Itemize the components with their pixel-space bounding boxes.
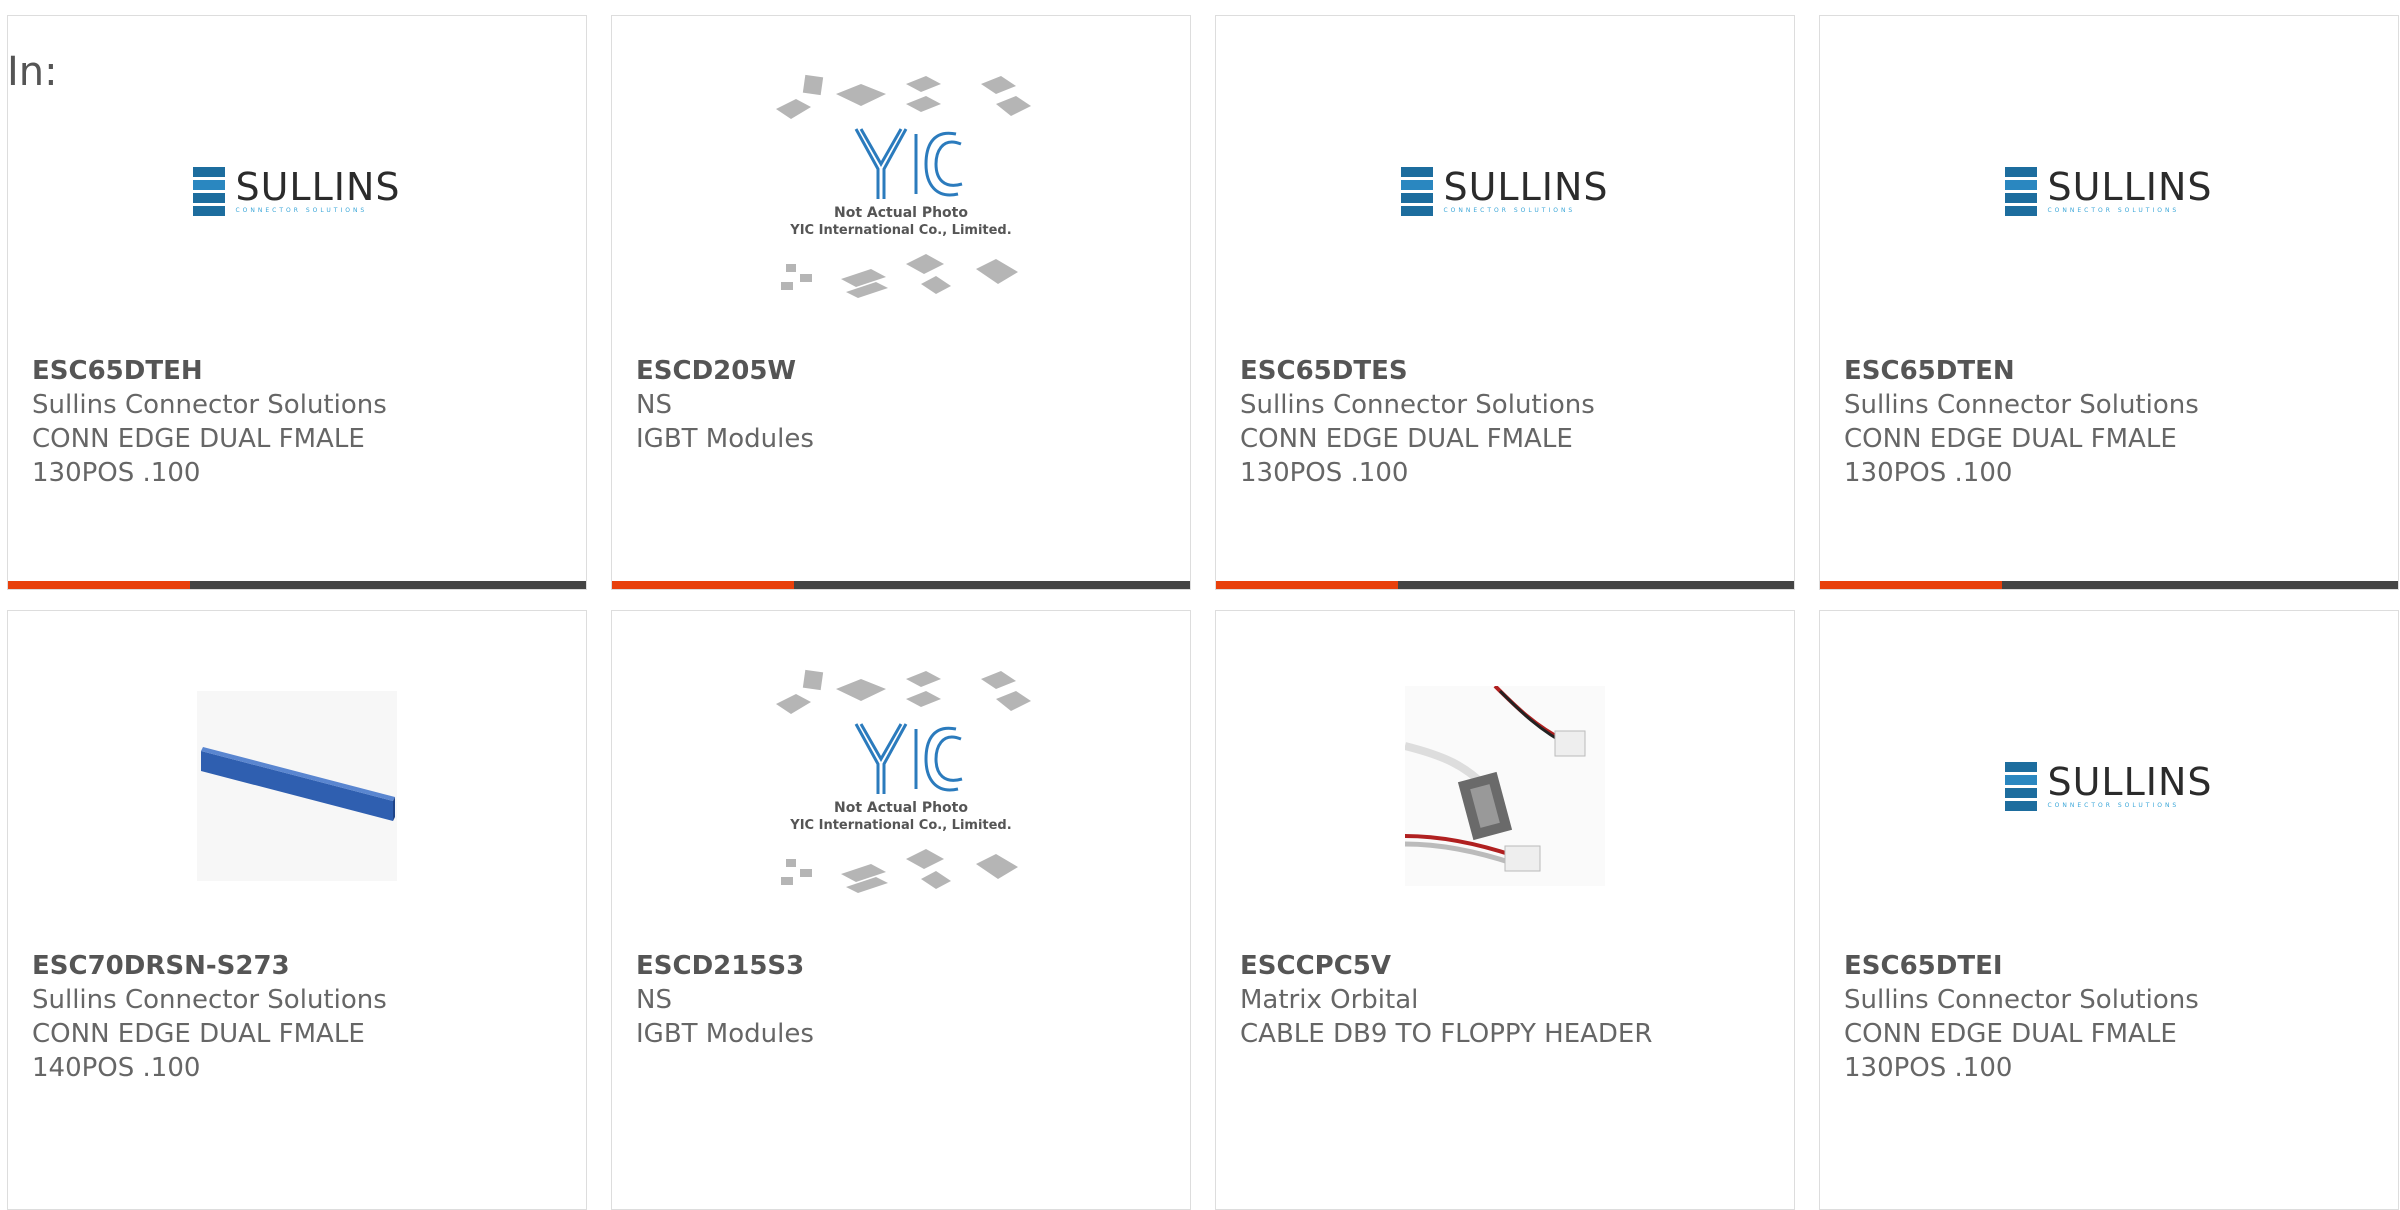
yic-placeholder-image: Not Actual Photo YIC International Co., … xyxy=(766,74,1036,309)
card-accent xyxy=(1820,581,2002,589)
sullins-logo-mark-icon xyxy=(1401,166,1434,216)
product-card[interactable]: ESC70DRSN-S273 Sullins Connector Solutio… xyxy=(7,610,587,1210)
manufacturer: Sullins Connector Solutions xyxy=(32,985,387,1015)
card-accent xyxy=(8,581,190,589)
product-image[interactable] xyxy=(8,676,586,896)
product-image[interactable]: SULLINS CONNECTOR SOLUTIONS xyxy=(1216,81,1794,301)
part-number-link[interactable]: ESC70DRSN-S273 xyxy=(32,949,562,983)
description: IGBT Modules xyxy=(636,1019,814,1049)
sullins-logo-mark-icon xyxy=(2005,166,2038,216)
sullins-logo-mark-icon xyxy=(193,166,226,216)
product-image[interactable]: Not Actual Photo YIC International Co., … xyxy=(612,656,1190,916)
part-number-link[interactable]: ESC65DTEN xyxy=(1844,354,2374,388)
description-cont: 130POS .100 xyxy=(1844,458,2013,488)
product-grid: SULLINS CONNECTOR SOLUTIONS ESC65DTEH Su… xyxy=(7,15,2399,1210)
description: IGBT Modules xyxy=(636,424,814,454)
part-number-link[interactable]: ESC65DTEI xyxy=(1844,949,2374,983)
manufacturer: Sullins Connector Solutions xyxy=(1240,390,1595,420)
in-label: In: xyxy=(7,49,58,95)
product-image[interactable]: SULLINS CONNECTOR SOLUTIONS xyxy=(8,81,586,301)
sullins-logo: SULLINS CONNECTOR SOLUTIONS xyxy=(1401,165,1609,216)
part-number-link[interactable]: ESCD215S3 xyxy=(636,949,1166,983)
product-card[interactable]: ESCCPC5V Matrix Orbital CABLE DB9 TO FLO… xyxy=(1215,610,1795,1210)
manufacturer: NS xyxy=(636,390,672,420)
description: CONN EDGE DUAL FMALE xyxy=(1240,424,1573,454)
product-image[interactable] xyxy=(1216,676,1794,896)
description-cont: 130POS .100 xyxy=(1844,1053,2013,1083)
description-cont: 130POS .100 xyxy=(32,458,201,488)
logo-subtext: CONNECTOR SOLUTIONS xyxy=(2047,802,2180,809)
description: CONN EDGE DUAL FMALE xyxy=(1844,1019,2177,1049)
svg-text:Not Actual Photo: Not Actual Photo xyxy=(834,800,968,816)
svg-text:Not Actual Photo: Not Actual Photo xyxy=(834,205,968,221)
description-cont: 140POS .100 xyxy=(32,1053,201,1083)
svg-text:YIC International Co., Limited: YIC International Co., Limited. xyxy=(789,223,1011,238)
chip-packages-icon: Not Actual Photo YIC International Co., … xyxy=(776,74,1031,298)
sullins-logo-mark-icon xyxy=(2005,761,2038,811)
product-card[interactable]: Not Actual Photo YIC International Co., … xyxy=(611,610,1191,1210)
cable-photo xyxy=(1405,686,1605,886)
description: CONN EDGE DUAL FMALE xyxy=(32,424,365,454)
manufacturer: Sullins Connector Solutions xyxy=(1844,985,2199,1015)
description-cont: 130POS .100 xyxy=(1240,458,1409,488)
logo-text: SULLINS xyxy=(2047,760,2213,804)
part-number-link[interactable]: ESC65DTES xyxy=(1240,354,1770,388)
logo-text: SULLINS xyxy=(2047,165,2213,209)
blue-edge-connector-photo xyxy=(197,691,397,881)
card-accent xyxy=(1216,581,1398,589)
manufacturer: Matrix Orbital xyxy=(1240,985,1419,1015)
card-bottom-bar xyxy=(1820,581,2398,589)
yic-placeholder-image: Not Actual Photo YIC International Co., … xyxy=(766,669,1036,904)
logo-text: SULLINS xyxy=(235,165,401,209)
svg-text:YIC International Co., Limited: YIC International Co., Limited. xyxy=(789,818,1011,833)
sullins-logo: SULLINS CONNECTOR SOLUTIONS xyxy=(2005,760,2213,811)
manufacturer: NS xyxy=(636,985,672,1015)
product-card[interactable]: SULLINS CONNECTOR SOLUTIONS ESC65DTEI Su… xyxy=(1819,610,2399,1210)
logo-subtext: CONNECTOR SOLUTIONS xyxy=(1443,207,1576,214)
product-card[interactable]: SULLINS CONNECTOR SOLUTIONS ESC65DTEN Su… xyxy=(1819,15,2399,590)
part-number-link[interactable]: ESC65DTEH xyxy=(32,354,562,388)
manufacturer: Sullins Connector Solutions xyxy=(32,390,387,420)
product-image[interactable]: Not Actual Photo YIC International Co., … xyxy=(612,61,1190,321)
part-number-link[interactable]: ESCCPC5V xyxy=(1240,949,1770,983)
card-bottom-bar xyxy=(612,581,1190,589)
sullins-logo: SULLINS CONNECTOR SOLUTIONS xyxy=(193,165,401,216)
product-card[interactable]: Not Actual Photo YIC International Co., … xyxy=(611,15,1191,590)
product-image[interactable]: SULLINS CONNECTOR SOLUTIONS xyxy=(1820,81,2398,301)
card-accent xyxy=(612,581,794,589)
chip-packages-icon: Not Actual Photo YIC International Co., … xyxy=(776,669,1031,893)
part-number-link[interactable]: ESCD205W xyxy=(636,354,1166,388)
description: CONN EDGE DUAL FMALE xyxy=(32,1019,365,1049)
logo-subtext: CONNECTOR SOLUTIONS xyxy=(2047,207,2180,214)
card-bottom-bar xyxy=(1216,581,1794,589)
sullins-logo: SULLINS CONNECTOR SOLUTIONS xyxy=(2005,165,2213,216)
card-bottom-bar xyxy=(8,581,586,589)
description: CABLE DB9 TO FLOPPY HEADER xyxy=(1240,1019,1653,1049)
product-card[interactable]: SULLINS CONNECTOR SOLUTIONS ESC65DTEH Su… xyxy=(7,15,587,590)
description: CONN EDGE DUAL FMALE xyxy=(1844,424,2177,454)
logo-subtext: CONNECTOR SOLUTIONS xyxy=(235,207,368,214)
logo-text: SULLINS xyxy=(1443,165,1609,209)
product-image[interactable]: SULLINS CONNECTOR SOLUTIONS xyxy=(1820,676,2398,896)
product-card[interactable]: SULLINS CONNECTOR SOLUTIONS ESC65DTES Su… xyxy=(1215,15,1795,590)
manufacturer: Sullins Connector Solutions xyxy=(1844,390,2199,420)
